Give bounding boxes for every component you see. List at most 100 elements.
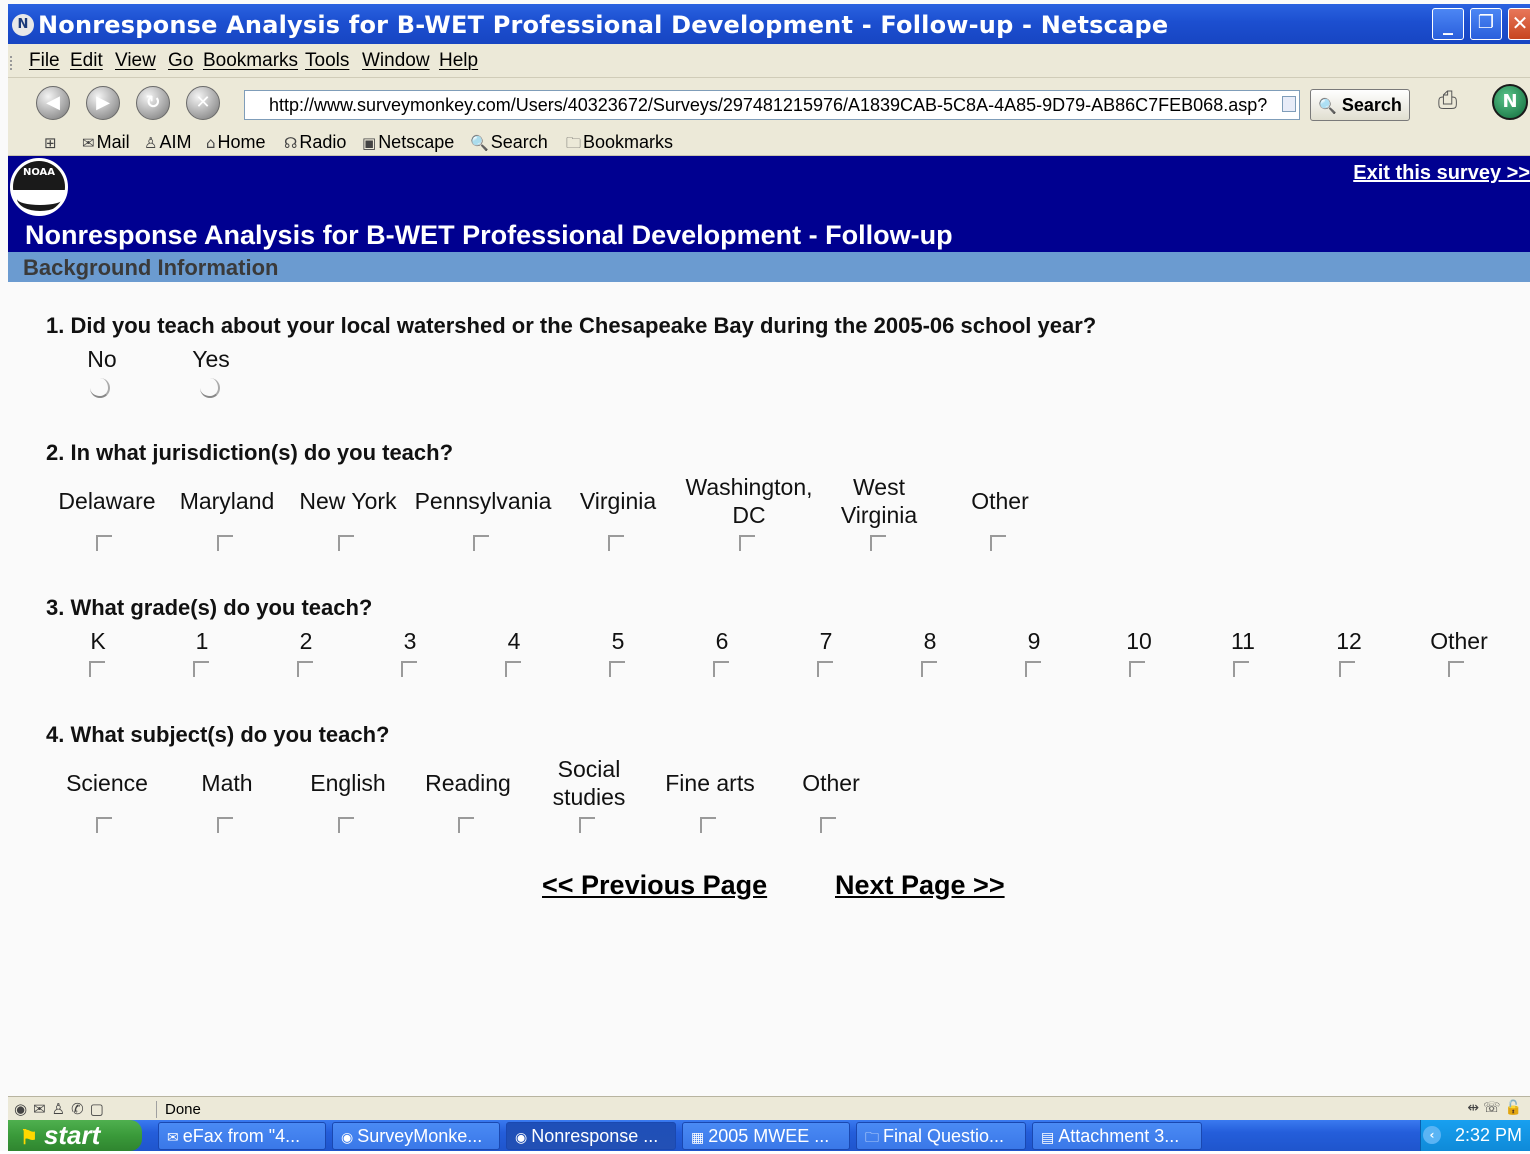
q2-option-label: Maryland [179,488,275,514]
print-icon[interactable]: ⎙ [1438,86,1472,116]
close-button[interactable]: ✕ [1508,8,1530,40]
url-field[interactable]: http://www.surveymonkey.com/Users/403236… [244,90,1300,120]
survey-title: Nonresponse Analysis for B-WET Professio… [25,220,953,250]
toolbar-home[interactable]: ⌂ Home [206,132,266,153]
q2-checkbox-washington-dc[interactable] [739,535,755,551]
previous-page-link[interactable]: << Previous Page [542,870,767,901]
radio-icon: ☊ [284,134,298,152]
q2-checkbox-other[interactable] [990,535,1006,551]
q3-checkbox-2[interactable] [297,661,313,677]
q3-option-label: 11 [1231,628,1255,654]
q3-checkbox-8[interactable] [921,661,937,677]
url-dropdown-icon[interactable] [1282,96,1296,112]
task-label: eFax from "4... [182,1126,301,1146]
toolbar-radio[interactable]: ☊ Radio [284,132,346,153]
menu-tools[interactable]: Tools [305,50,349,72]
q2-checkbox-virginia[interactable] [608,535,624,551]
q3-checkbox-4[interactable] [505,661,521,677]
tray-expand-icon[interactable]: ‹ [1423,1126,1441,1144]
next-page-link[interactable]: Next Page >> [835,870,1005,901]
q3-checkbox-11[interactable] [1233,661,1249,677]
q2-checkbox-delaware[interactable] [96,535,112,551]
toolbar-aim[interactable]: ♙ AIM [144,132,191,153]
minimize-button[interactable]: _ [1432,8,1464,40]
task-surveymonkey[interactable]: ◉ SurveyMonke... [332,1122,500,1150]
question-3: 3. What grade(s) do you teach? [46,595,373,620]
netscape-icon: ◉ [515,1130,528,1146]
q2-option-label: Washington, DC [685,474,813,528]
q4-checkbox-social-studies[interactable] [579,817,595,833]
forward-button[interactable]: ▶ [86,86,120,120]
q4-checkbox-science[interactable] [96,817,112,833]
task-2005-mwee[interactable]: ▦ 2005 MWEE ... [682,1122,850,1150]
q4-option-label: Math [201,770,253,796]
section-header: Background Information [8,252,1530,282]
q2-checkbox-pennsylvania[interactable] [473,535,489,551]
q3-option-label: 6 [715,628,729,654]
q3-checkbox-6[interactable] [713,661,729,677]
menu-go[interactable]: Go [168,50,193,72]
restore-button[interactable]: ❐ [1470,8,1502,40]
q4-checkbox-fine-arts[interactable] [700,817,716,833]
start-button[interactable]: ⚑ start [8,1120,142,1151]
toolbar-grip[interactable] [10,56,18,70]
q4-checkbox-math[interactable] [217,817,233,833]
stop-button[interactable]: ✕ [186,86,220,120]
toolbar-bookmarks-label: Bookmarks [583,132,674,152]
my-netscape-icon: ▣ [362,134,377,152]
q2-checkbox-new-york[interactable] [338,535,354,551]
exit-survey-link[interactable]: Exit this survey >> [1353,162,1530,185]
q3-checkbox-9[interactable] [1025,661,1041,677]
task-attachment-3[interactable]: ▤ Attachment 3... [1032,1122,1202,1150]
task-final-questionnaire[interactable]: 🗀 Final Questio... [856,1122,1026,1150]
status-component-icons[interactable]: ◉✉♙✆▢ [14,1100,110,1118]
q1-radio-no[interactable] [90,378,110,398]
search-button[interactable]: 🔍 Search [1310,89,1410,121]
q4-checkbox-english[interactable] [338,817,354,833]
tabs-icon[interactable]: ⊞ [44,132,59,153]
back-button[interactable]: ◀ [36,86,70,120]
menu-edit[interactable]: Edit [70,50,103,72]
task-nonresponse[interactable]: ◉ Nonresponse ... [506,1122,676,1150]
netscape-logo-icon[interactable]: N [1492,84,1528,120]
menu-file[interactable]: File [29,50,60,72]
q2-option-label: Delaware [58,488,156,514]
q2-checkbox-maryland[interactable] [217,535,233,551]
toolbar-bookmarks[interactable]: 🗀 Bookmarks [566,132,673,158]
status-security-icons: ⇹☏🔓 [1467,1100,1526,1116]
toolbar-mail[interactable]: ✉ Mail [82,132,130,153]
reload-button[interactable]: ↻ [136,86,170,120]
menu-help[interactable]: Help [439,50,478,72]
toolbar-netscape[interactable]: ▣ Netscape [362,132,454,153]
q4-option-label: Social studies [552,756,626,810]
menu-bookmarks[interactable]: Bookmarks [203,50,298,72]
taskbar: ⚑ start ✉ eFax from "4... ◉ SurveyMonke... … [8,1120,1530,1151]
q3-checkbox-12[interactable] [1339,661,1355,677]
q3-option-label: 1 [195,628,209,654]
q3-checkbox-other[interactable] [1448,661,1464,677]
q2-checkbox-west-virginia[interactable] [870,535,886,551]
q3-checkbox-7[interactable] [817,661,833,677]
noaa-logo-text: NOAA [13,161,65,190]
netscape-app-icon: N [12,14,34,36]
q1-radio-yes[interactable] [200,378,220,398]
q4-checkbox-other[interactable] [820,817,836,833]
home-icon: ⌂ [206,134,216,152]
q3-checkbox-3[interactable] [401,661,417,677]
q3-checkbox-10[interactable] [1129,661,1145,677]
toolbar-search[interactable]: 🔍 Search [470,132,548,153]
q3-checkbox-k[interactable] [89,661,105,677]
noaa-logo: NOAA [10,158,68,216]
toolbar-search-label: Search [490,132,548,152]
q3-checkbox-5[interactable] [609,661,625,677]
status-text: Done [156,1101,201,1118]
q4-option-label: Fine arts [665,770,755,796]
q2-option-label: Virginia [579,488,657,514]
q4-checkbox-reading[interactable] [458,817,474,833]
q2-option-label: Other [971,488,1029,514]
q3-checkbox-1[interactable] [193,661,209,677]
menu-window[interactable]: Window [362,50,430,72]
q3-option-label: Other [1430,628,1488,654]
task-efax[interactable]: ✉ eFax from "4... [158,1122,326,1150]
menu-view[interactable]: View [115,50,156,72]
